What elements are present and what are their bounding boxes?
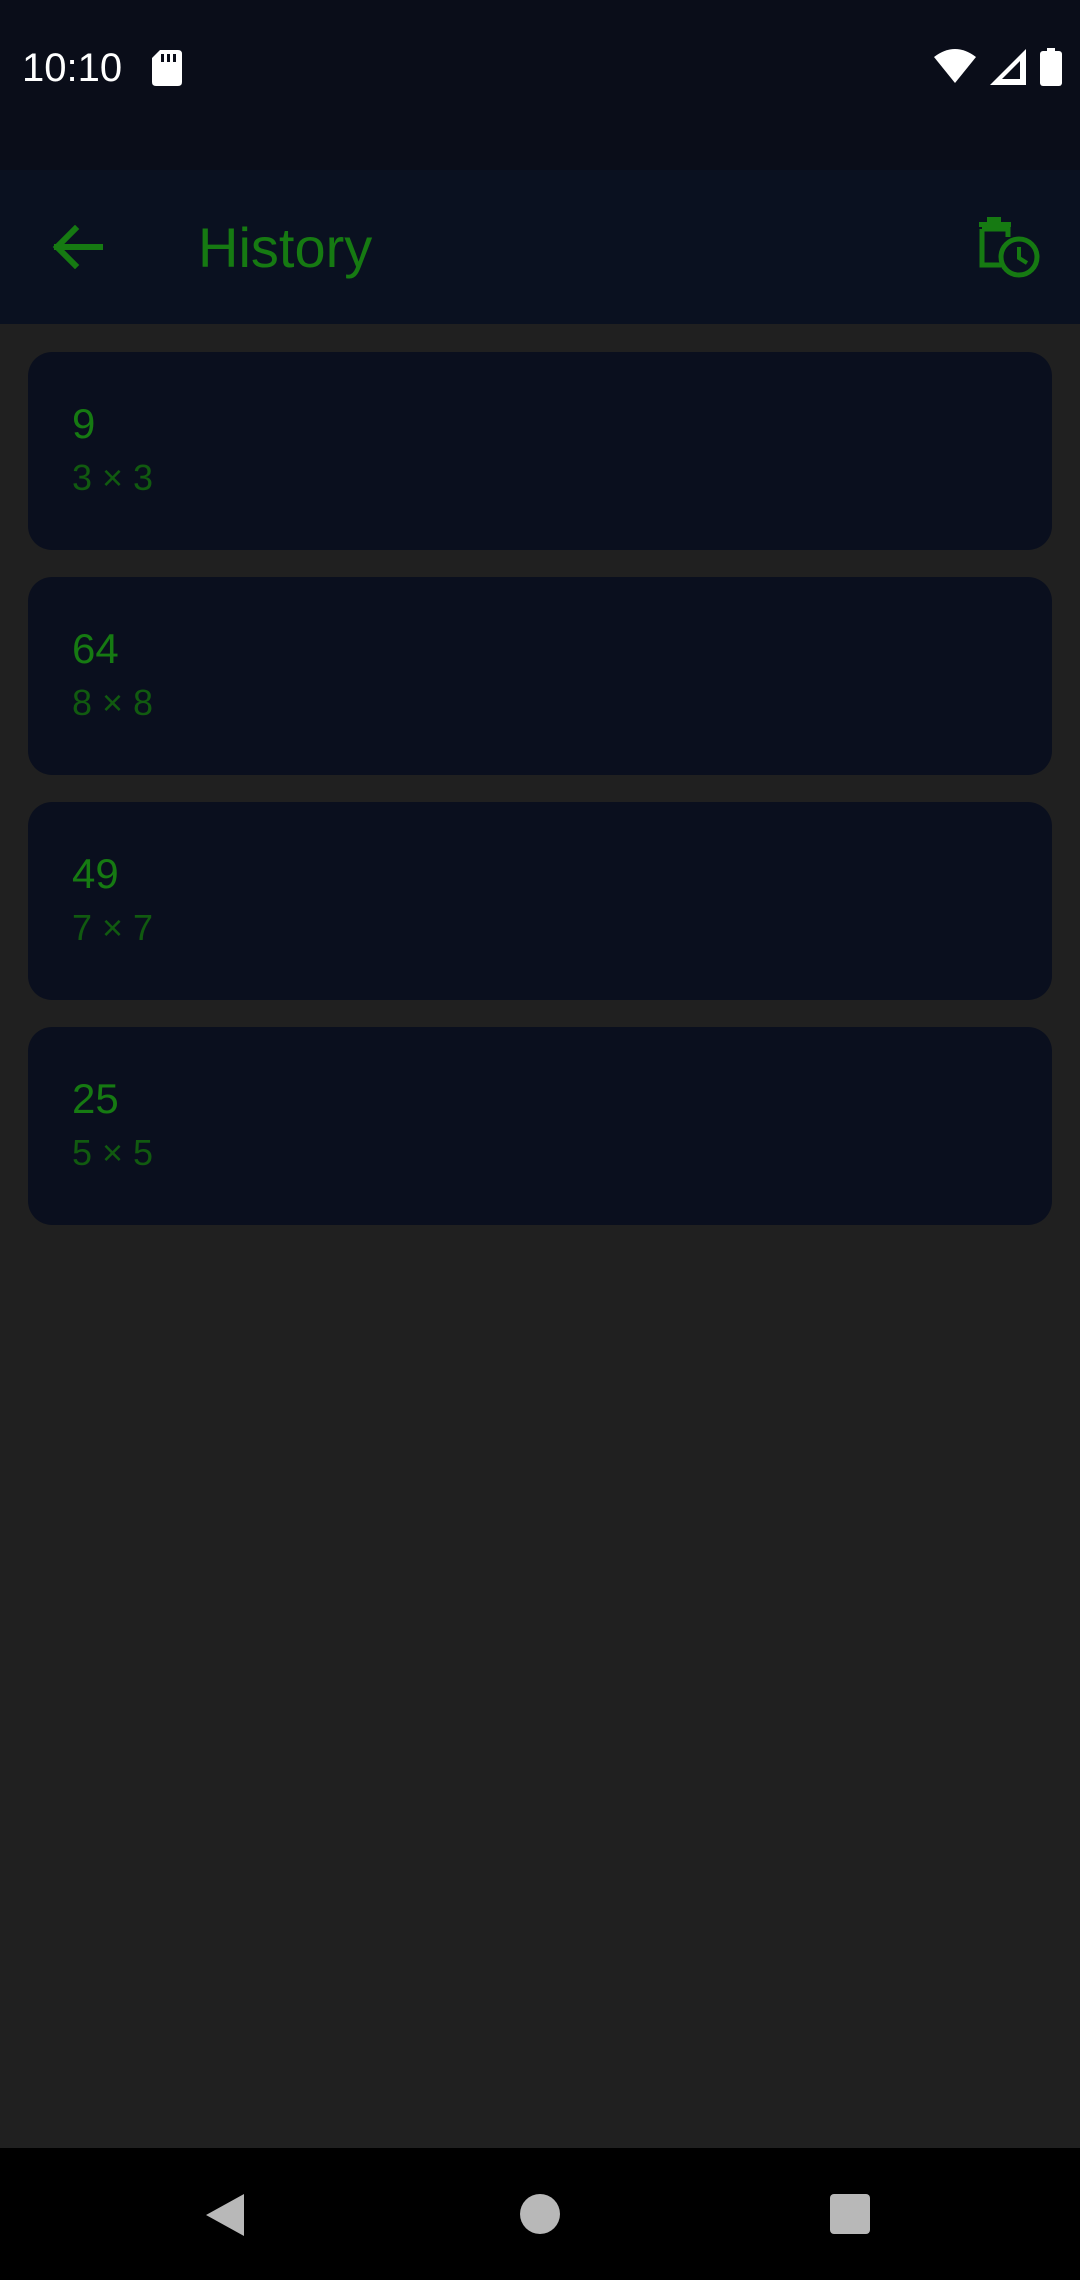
status-icons bbox=[934, 48, 1062, 86]
wifi-icon bbox=[934, 49, 976, 83]
delete-history-icon bbox=[979, 217, 1040, 278]
history-item[interactable]: 9 3 × 3 bbox=[28, 352, 1052, 550]
history-expression: 7 × 7 bbox=[72, 907, 154, 948]
nav-back-button[interactable] bbox=[204, 2192, 250, 2238]
battery-icon bbox=[1040, 48, 1062, 86]
navigation-bar bbox=[0, 2148, 1080, 2280]
status-time: 10:10 bbox=[22, 46, 123, 90]
history-item[interactable]: 64 8 × 8 bbox=[28, 577, 1052, 775]
history-expression: 3 × 3 bbox=[72, 457, 154, 498]
history-expression: 5 × 5 bbox=[72, 1132, 154, 1173]
back-button[interactable] bbox=[40, 210, 114, 284]
screen: 10:10 History 9 3 × 3 64 8 × 8 49 7 × 7 … bbox=[0, 0, 1080, 2280]
history-result: 9 bbox=[72, 400, 96, 447]
history-item[interactable]: 49 7 × 7 bbox=[28, 802, 1052, 1000]
status-bar: 10:10 bbox=[0, 0, 1080, 170]
sd-card-icon bbox=[152, 50, 182, 86]
history-result: 25 bbox=[72, 1075, 119, 1122]
history-item[interactable]: 25 5 × 5 bbox=[28, 1027, 1052, 1225]
arrow-back-icon bbox=[52, 225, 103, 269]
page-title: History bbox=[198, 216, 373, 279]
history-list: 9 3 × 3 64 8 × 8 49 7 × 7 25 5 × 5 bbox=[28, 352, 1052, 1252]
clear-history-button[interactable] bbox=[968, 206, 1050, 288]
history-result: 64 bbox=[72, 625, 119, 672]
app-bar: History bbox=[0, 170, 1080, 324]
cell-signal-icon bbox=[990, 49, 1026, 85]
nav-home-button[interactable] bbox=[520, 2194, 560, 2234]
nav-recents-button[interactable] bbox=[830, 2194, 870, 2234]
history-expression: 8 × 8 bbox=[72, 682, 154, 723]
history-result: 49 bbox=[72, 850, 119, 897]
